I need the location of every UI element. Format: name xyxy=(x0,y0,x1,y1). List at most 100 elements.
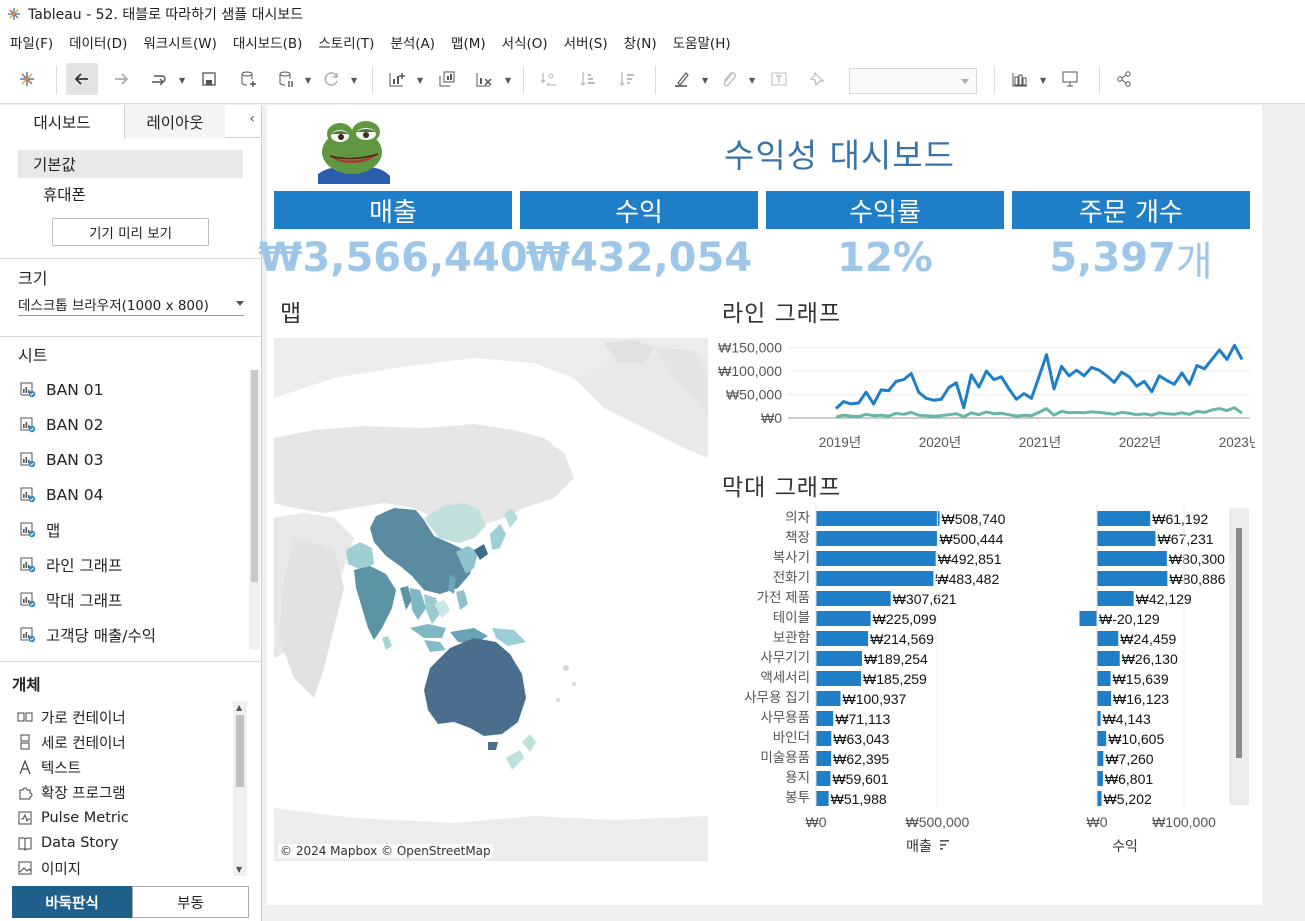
sort-asc-icon[interactable] xyxy=(572,63,604,95)
sales-bar xyxy=(816,531,938,546)
line-chart-svg[interactable]: ₩150,000 ₩100,000 ₩50,000 ₩0 2019년 2020년 2021년… xyxy=(710,328,1261,458)
profit-bar-label: ₩4,143 xyxy=(1103,711,1151,727)
kpi-orders-value[interactable]: 5,397 개 xyxy=(1012,233,1250,285)
map-view[interactable]: © 2024 Mapbox © OpenStreetMap xyxy=(274,338,708,861)
redo-icon[interactable] xyxy=(142,63,174,95)
clear-sheet-icon[interactable] xyxy=(468,63,500,95)
refresh-icon[interactable] xyxy=(316,63,348,95)
chevron-down-icon[interactable]: ▼ xyxy=(749,76,755,85)
save-icon[interactable] xyxy=(193,63,225,95)
collapse-panel-icon[interactable]: ‹ xyxy=(249,111,255,127)
sales-bar xyxy=(816,791,829,806)
menu-help[interactable]: 도움말(H) xyxy=(665,32,739,52)
menu-worksheet[interactable]: 워크시트(W) xyxy=(135,32,225,52)
sheet-item[interactable]: 라인 그래프 xyxy=(20,552,122,578)
sheet-item[interactable]: 맵 xyxy=(20,517,60,543)
size-select[interactable]: 데스크톱 브라우저(1000 x 800) xyxy=(18,292,244,316)
menu-window[interactable]: 창(N) xyxy=(616,32,665,52)
objects-scrollbar[interactable]: ▲ ▼ xyxy=(233,701,247,876)
duplicate-icon[interactable] xyxy=(431,63,463,95)
object-vertical-container[interactable]: 세로 컨테이너 xyxy=(16,730,126,754)
chevron-down-icon[interactable]: ▼ xyxy=(702,76,708,85)
bar-chart-scrollbar[interactable] xyxy=(1229,508,1249,805)
sales-bar xyxy=(816,651,862,666)
bar-chart-svg[interactable]: 의자 ₩508,740 ₩61,192 책장 ₩500,444 ₩67,231 복사기 ₩49… xyxy=(710,505,1255,860)
sales-bar-label: ₩59,601 xyxy=(832,771,888,787)
data-story-icon xyxy=(16,835,34,851)
bar-chart[interactable]: 의자 ₩508,740 ₩61,192 책장 ₩500,444 ₩67,231 복사기 ₩49… xyxy=(710,505,1255,860)
sheet-scrollbar[interactable] xyxy=(249,370,260,650)
chevron-down-icon[interactable]: ▼ xyxy=(1040,76,1046,85)
chevron-down-icon[interactable]: ▼ xyxy=(417,76,423,85)
object-horizontal-container[interactable]: 가로 컨테이너 xyxy=(16,705,126,729)
sheet-item[interactable]: BAN 02 xyxy=(20,412,103,438)
menu-file[interactable]: 파일(F) xyxy=(2,32,61,52)
scroll-up-icon[interactable]: ▲ xyxy=(236,703,242,712)
profit-bar xyxy=(1097,731,1107,746)
group-icon[interactable] xyxy=(713,63,745,95)
floating-button[interactable]: 부동 xyxy=(132,886,249,918)
forward-icon[interactable] xyxy=(105,63,137,95)
sort-desc-icon[interactable] xyxy=(611,63,643,95)
object-text[interactable]: 텍스트 xyxy=(16,755,81,779)
kpi-sales-value[interactable]: ₩3,566,440 xyxy=(258,233,527,283)
chevron-down-icon[interactable]: ▼ xyxy=(179,76,185,85)
swap-icon[interactable] xyxy=(532,63,564,95)
menu-format[interactable]: 서식(O) xyxy=(494,32,556,52)
scroll-down-icon[interactable]: ▼ xyxy=(236,865,242,874)
pin-icon[interactable] xyxy=(801,63,833,95)
highlight-icon[interactable] xyxy=(666,63,698,95)
sheet-item[interactable]: BAN 03 xyxy=(20,447,103,473)
sort-icon[interactable] xyxy=(940,840,949,850)
menu-map[interactable]: 맵(M) xyxy=(443,32,494,52)
sheet-item[interactable]: 고객당 매출/수익 xyxy=(20,622,156,648)
tab-layout[interactable]: 레이아웃 xyxy=(125,105,225,138)
kpi-profit-value[interactable]: ₩432,054 xyxy=(520,233,758,283)
kpi-margin-value[interactable]: 12% xyxy=(766,233,1004,283)
menu-server[interactable]: 서버(S) xyxy=(556,32,616,52)
category-label: 가전 제품 xyxy=(757,590,810,605)
presentation-icon[interactable] xyxy=(1054,63,1086,95)
pause-updates-icon[interactable] xyxy=(270,63,302,95)
back-icon[interactable] xyxy=(66,63,98,95)
profit-bar-label: ₩61,192 xyxy=(1152,511,1208,527)
object-data-story[interactable]: Data Story xyxy=(16,831,119,855)
tab-dashboard[interactable]: 대시보드 xyxy=(0,105,125,139)
menu-story[interactable]: 스토리(T) xyxy=(310,32,382,52)
chevron-down-icon[interactable]: ▼ xyxy=(505,76,511,85)
new-worksheet-icon[interactable] xyxy=(381,63,413,95)
new-datasource-icon[interactable] xyxy=(232,63,264,95)
device-phone[interactable]: 휴대폰 xyxy=(43,183,86,205)
profit-bar xyxy=(1079,611,1097,626)
tableau-logo-icon[interactable] xyxy=(11,63,43,95)
tableau-window: Tableau - 52. 태블로 따라하기 샘플 대시보드 파일(F) 데이터… xyxy=(0,0,1305,921)
device-preview-button[interactable]: 기기 미리 보기 xyxy=(52,218,209,246)
chevron-down-icon[interactable]: ▼ xyxy=(351,76,357,85)
device-default[interactable]: 기본값 xyxy=(18,150,243,178)
menu-data[interactable]: 데이터(D) xyxy=(61,32,135,52)
left-panel: 대시보드 레이아웃 ‹ 기본값 휴대폰 기기 미리 보기 크기 데스크톱 브라우… xyxy=(0,105,262,921)
labels-icon[interactable] xyxy=(763,63,795,95)
object-extension[interactable]: 확장 프로그램 xyxy=(16,780,126,804)
map-credit[interactable]: © 2024 Mapbox © OpenStreetMap xyxy=(278,844,493,858)
share-icon[interactable] xyxy=(1108,63,1140,95)
kpi-profit-header: 수익 xyxy=(520,191,758,229)
sheet-item[interactable]: 막대 그래프 xyxy=(20,587,122,613)
sales-bar xyxy=(816,631,869,646)
sheet-list: BAN 01 BAN 02 BAN 03 BAN 04 맵 라인 그래프 막대 … xyxy=(0,371,248,651)
tiled-button[interactable]: 바둑판식 xyxy=(12,886,132,918)
object-image[interactable]: 이미지 xyxy=(16,856,81,880)
chevron-down-icon[interactable]: ▼ xyxy=(305,76,311,85)
menu-dashboard[interactable]: 대시보드(B) xyxy=(225,32,310,52)
worksheet-icon xyxy=(20,452,36,468)
sheet-item[interactable]: BAN 01 xyxy=(20,377,103,403)
world-map[interactable] xyxy=(274,338,708,861)
menu-analysis[interactable]: 분석(A) xyxy=(382,32,443,52)
object-pulse-metric[interactable]: Pulse Metric xyxy=(16,806,129,830)
worksheet-icon xyxy=(20,487,36,503)
sheet-item[interactable]: BAN 04 xyxy=(20,482,103,508)
frog-mascot-image[interactable] xyxy=(318,116,390,184)
fit-select[interactable] xyxy=(849,68,977,94)
line-chart[interactable]: ₩150,000 ₩100,000 ₩50,000 ₩0 2019년 2020년 2021년… xyxy=(710,328,1261,458)
show-me-icon[interactable] xyxy=(1004,63,1036,95)
